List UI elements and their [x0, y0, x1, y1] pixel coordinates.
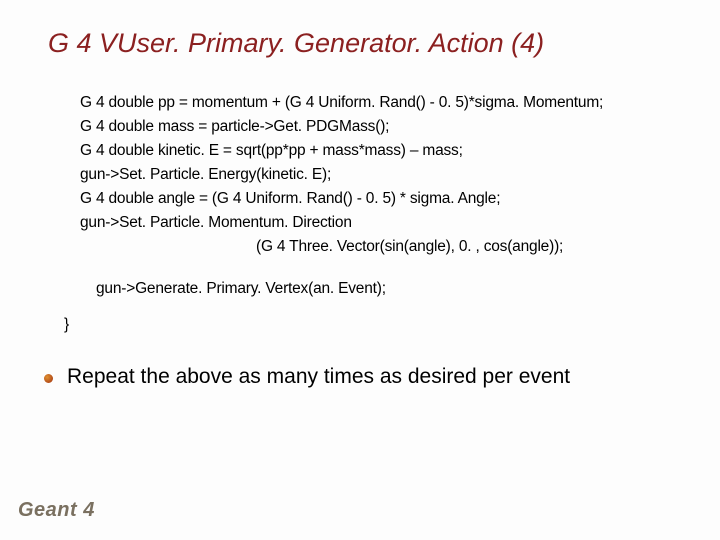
slide-container: G 4 VUser. Primary. Generator. Action (4…: [0, 0, 720, 410]
code-block: G 4 double pp = momentum + (G 4 Uniform.…: [80, 91, 680, 337]
code-close-brace: }: [64, 313, 680, 337]
bullet-item: Repeat the above as many times as desire…: [44, 363, 680, 390]
code-line: gun->Set. Particle. Energy(kinetic. E);: [80, 163, 680, 187]
code-line: G 4 double angle = (G 4 Uniform. Rand() …: [80, 187, 680, 211]
slide-title: G 4 VUser. Primary. Generator. Action (4…: [48, 28, 680, 59]
code-line: (G 4 Three. Vector(sin(angle), 0. , cos(…: [256, 235, 680, 259]
code-line: G 4 double pp = momentum + (G 4 Uniform.…: [80, 91, 680, 115]
geant4-logo: Geant 4: [18, 499, 95, 522]
code-generate-vertex: gun->Generate. Primary. Vertex(an. Event…: [96, 277, 680, 301]
code-line: G 4 double mass = particle->Get. PDGMass…: [80, 115, 680, 139]
code-line: G 4 double kinetic. E = sqrt(pp*pp + mas…: [80, 139, 680, 163]
bullet-icon: [44, 374, 53, 383]
code-line: gun->Set. Particle. Momentum. Direction: [80, 211, 680, 235]
bullet-text: Repeat the above as many times as desire…: [67, 363, 570, 390]
